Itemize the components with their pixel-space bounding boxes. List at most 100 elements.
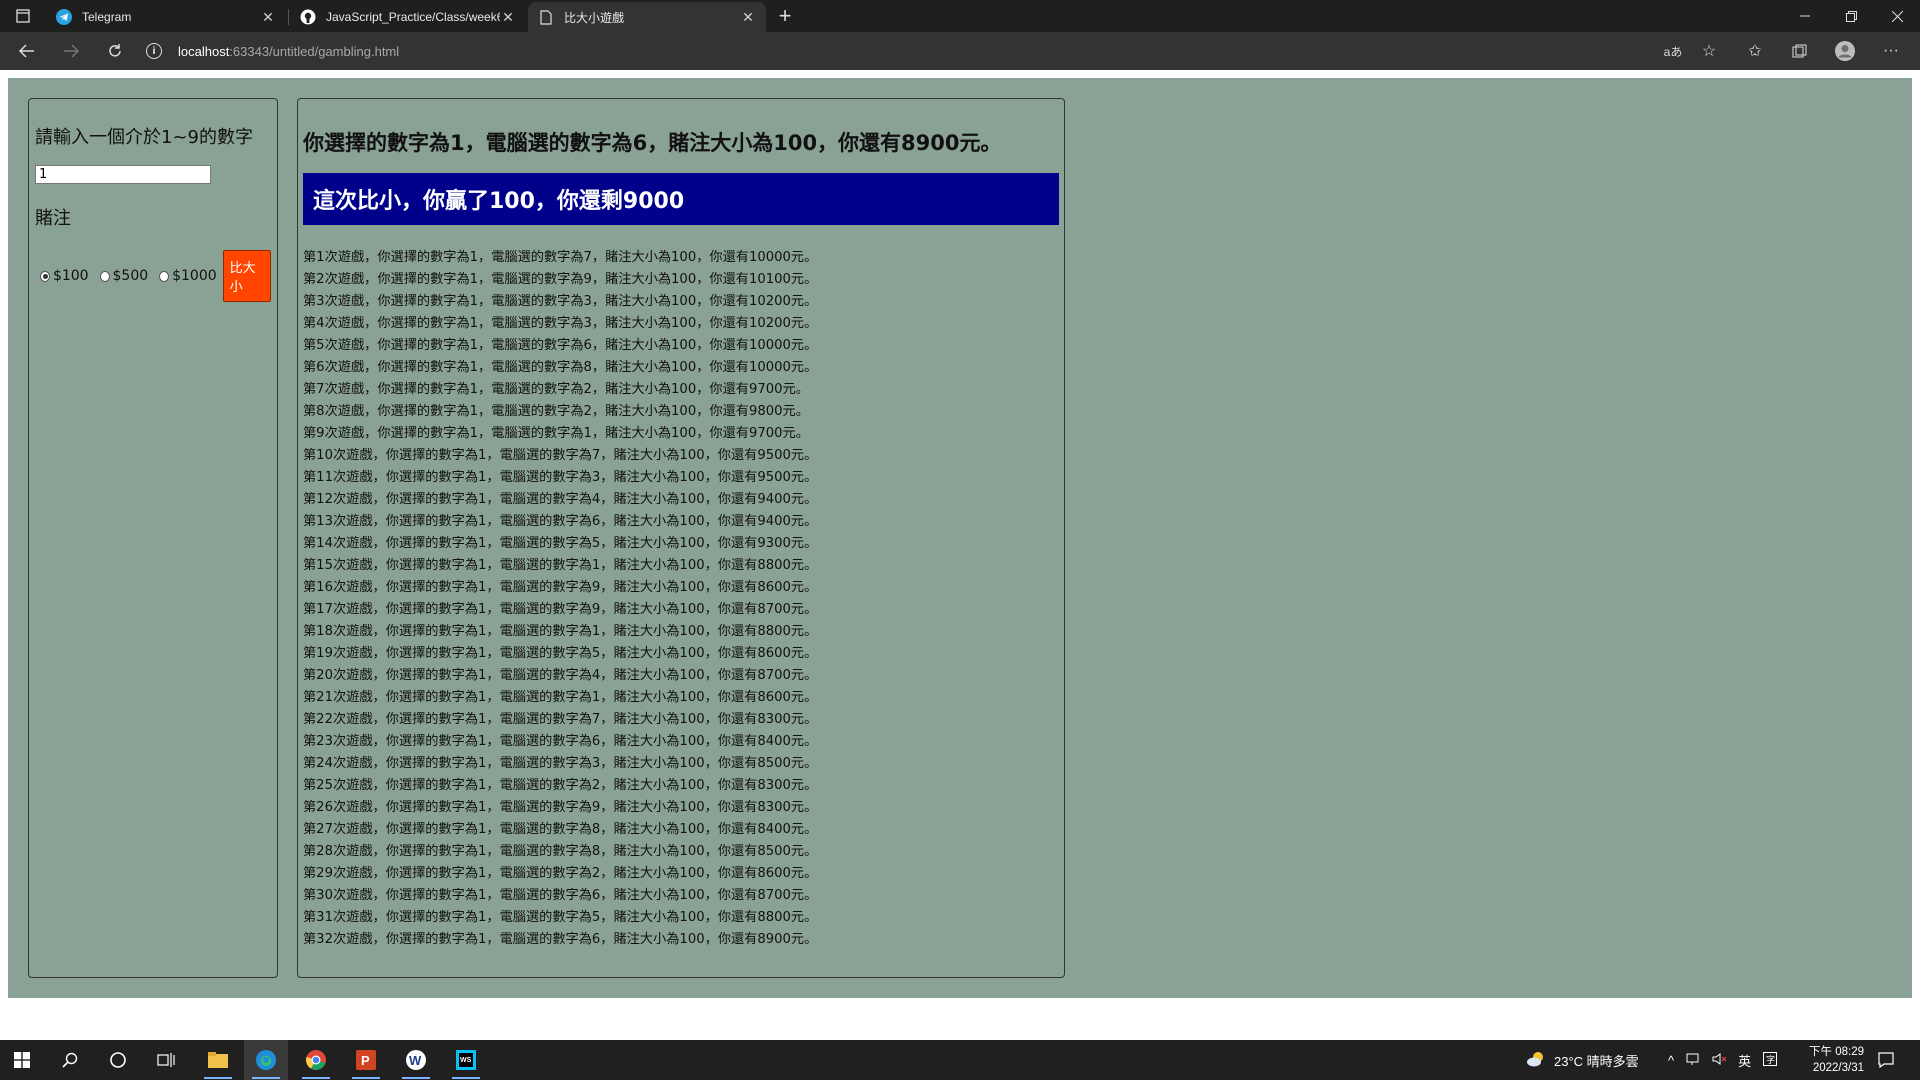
address-bar[interactable]: i localhost:63343/untitled/gambling.html (146, 37, 1726, 65)
history-line: 第8次遊戲，你選擇的數字為1，電腦選的數字為2，賭注大小為100，你還有9800… (303, 404, 809, 419)
history-line: 第24次遊戲，你選擇的數字為1，電腦選的數字為3，賭注大小為100，你還有850… (303, 756, 818, 771)
clock-date: 2022/3/31 (1812, 1062, 1864, 1074)
history-line: 第18次遊戲，你選擇的數字為1，電腦選的數字為1，賭注大小為100，你還有880… (303, 624, 818, 639)
refresh-icon[interactable] (100, 37, 130, 65)
history-line: 第11次遊戲，你選擇的數字為1，電腦選的數字為3，賭注大小為100，你還有950… (303, 470, 818, 485)
github-icon (300, 9, 316, 25)
history-line: 第32次遊戲，你選擇的數字為1，電腦選的數字為6，賭注大小為100，你還有890… (303, 932, 818, 947)
add-favorite-icon[interactable]: ☆ (1694, 37, 1724, 65)
history-line: 第10次遊戲，你選擇的數字為1，電腦選的數字為7，賭注大小為100，你還有950… (303, 448, 818, 463)
bet-100-label: $100 (52, 268, 89, 284)
compare-button[interactable]: 比大小 (222, 250, 272, 302)
restore-icon[interactable] (1828, 0, 1874, 32)
history-line: 第15次遊戲，你選擇的數字為1，電腦選的數字為1，賭注大小為100，你還有880… (303, 558, 818, 573)
history-line: 第28次遊戲，你選擇的數字為1，電腦選的數字為8，賭注大小為100，你還有850… (303, 844, 818, 859)
tab-title: 比大小遊戲 (564, 10, 625, 25)
history-line: 第12次遊戲，你選擇的數字為1，電腦選的數字為4，賭注大小為100，你還有940… (303, 492, 818, 507)
history-line: 第20次遊戲，你選擇的數字為1，電腦選的數字為4，賭注大小為100，你還有870… (303, 668, 818, 683)
close-tab-icon[interactable]: ✕ (260, 9, 276, 26)
url-path: :63343/untitled/gambling.html (229, 43, 400, 59)
svg-text:W: W (409, 1053, 422, 1068)
history-line: 第21次遊戲，你選擇的數字為1，電腦選的數字為1，賭注大小為100，你還有860… (303, 690, 818, 705)
bet-500-label: $500 (112, 268, 149, 284)
history-line: 第3次遊戲，你選擇的數字為1，電腦選的數字為3，賭注大小為100，你還有1020… (303, 294, 818, 309)
result-panel: 你選擇的數字為1，電腦選的數字為6，賭注大小為100，你還有8900元。 這次比… (297, 98, 1065, 978)
tab-telegram[interactable]: Telegram ✕ (46, 2, 286, 32)
telegram-icon (56, 9, 72, 25)
input-panel: 請輸入一個介於1~9的數字 賭注 $100 $500 $1000 比大小 (28, 98, 278, 978)
task-view-icon[interactable] (144, 1040, 188, 1080)
app-w-icon[interactable]: W (394, 1040, 438, 1080)
svg-text:字: 字 (1766, 1054, 1775, 1065)
history-line: 第29次遊戲，你選擇的數字為1，電腦選的數字為2，賭注大小為100，你還有860… (303, 866, 818, 881)
history-line: 第4次遊戲，你選擇的數字為1，電腦選的數字為3，賭注大小為100，你還有1020… (303, 316, 818, 331)
bet-100-radio[interactable] (40, 270, 50, 282)
volume-muted-icon[interactable] (1712, 1052, 1728, 1069)
svg-text:P: P (361, 1053, 370, 1068)
file-explorer-icon[interactable] (196, 1040, 240, 1080)
history-line: 第9次遊戲，你選擇的數字為1，電腦選的數字為1，賭注大小為100，你還有9700… (303, 426, 809, 441)
tab-title: JavaScript_Practice/Class/week6 (326, 10, 500, 24)
number-input[interactable] (35, 165, 211, 184)
webstorm-icon[interactable]: WS (444, 1040, 488, 1080)
close-window-icon[interactable] (1874, 0, 1920, 32)
forward-icon[interactable] (56, 37, 86, 65)
browser-toolbar: i localhost:63343/untitled/gambling.html… (0, 32, 1920, 70)
profile-avatar-icon[interactable] (1830, 37, 1860, 65)
close-tab-icon[interactable]: ✕ (500, 9, 516, 26)
history-line: 第26次遊戲，你選擇的數字為1，電腦選的數字為9，賭注大小為100，你還有830… (303, 800, 818, 815)
url-host: localhost (178, 43, 230, 59)
new-tab-button[interactable]: + (770, 2, 800, 30)
search-icon[interactable] (48, 1040, 92, 1080)
tab-divider (288, 9, 289, 25)
bet-1000-label: $1000 (172, 268, 217, 284)
start-icon[interactable] (0, 1040, 44, 1080)
page-background: 請輸入一個介於1~9的數字 賭注 $100 $500 $1000 比大小 你選擇… (8, 78, 1912, 998)
minimize-icon[interactable] (1782, 0, 1828, 32)
show-hidden-icons-icon[interactable]: ^ (1668, 1053, 1674, 1068)
network-icon[interactable] (1686, 1052, 1702, 1069)
favorites-icon[interactable]: ✩ (1740, 37, 1770, 65)
history-line: 第31次遊戲，你選擇的數字為1，電腦選的數字為5，賭注大小為100，你還有880… (303, 910, 818, 925)
bet-1000-radio[interactable] (159, 270, 170, 282)
browser-tab-strip: Telegram ✕ JavaScript_Practice/Class/wee… (0, 0, 1920, 32)
history-line: 第7次遊戲，你選擇的數字為1，電腦選的數字為2，賭注大小為100，你還有9700… (303, 382, 809, 397)
clock-time: 下午 08:29 (1809, 1046, 1864, 1058)
tab-game[interactable]: 比大小遊戲 ✕ (528, 2, 766, 32)
history-line: 第16次遊戲，你選擇的數字為1，電腦選的數字為9，賭注大小為100，你還有860… (303, 580, 818, 595)
tab-title: Telegram (82, 10, 132, 24)
weather-icon (1526, 1051, 1546, 1070)
chrome-icon[interactable] (294, 1040, 338, 1080)
game-history: 第1次遊戲，你選擇的數字為1，電腦選的數字為7，賭注大小為100，你還有1000… (303, 247, 1059, 951)
history-line: 第22次遊戲，你選擇的數字為1，電腦選的數字為7，賭注大小為100，你還有830… (303, 712, 818, 727)
history-line: 第25次遊戲，你選擇的數字為1，電腦選的數字為2，賭注大小為100，你還有830… (303, 778, 818, 793)
close-tab-icon[interactable]: ✕ (740, 9, 756, 26)
history-line: 第19次遊戲，你選擇的數字為1，電腦選的數字為5，賭注大小為100，你還有860… (303, 646, 818, 661)
notifications-icon[interactable] (1864, 1040, 1908, 1080)
cortana-icon[interactable] (96, 1040, 140, 1080)
site-info-icon[interactable]: i (146, 43, 162, 59)
svg-text:WS: WS (460, 1057, 472, 1064)
more-menu-icon[interactable]: ··· (1876, 37, 1906, 65)
bet-500-radio[interactable] (99, 270, 110, 282)
powerpoint-icon[interactable]: P (344, 1040, 388, 1080)
read-aloud-icon[interactable]: aあ (1658, 37, 1688, 65)
weather-widget[interactable]: 23°C 晴時多雲 (1526, 1040, 1639, 1080)
back-icon[interactable] (12, 37, 42, 65)
history-line: 第13次遊戲，你選擇的數字為1，電腦選的數字為6，賭注大小為100，你還有940… (303, 514, 818, 529)
tab-actions-icon[interactable] (0, 0, 46, 32)
history-line: 第17次遊戲，你選擇的數字為1，電腦選的數字為9，賭注大小為100，你還有870… (303, 602, 818, 617)
taskbar: P W WS 23°C 晴時多雲 ^ 英 字 下午 08:29 2022/3/3… (0, 1040, 1920, 1080)
tab-github[interactable]: JavaScript_Practice/Class/week6 ✕ (290, 2, 526, 32)
edge-icon[interactable] (244, 1040, 288, 1080)
system-tray: ^ 英 字 (1668, 1040, 1778, 1080)
bet-options: $100 $500 $1000 比大小 (35, 250, 272, 302)
input-method-indicator[interactable]: 英 (1738, 1051, 1751, 1070)
clock[interactable]: 下午 08:29 2022/3/31 (1809, 1044, 1864, 1076)
number-prompt: 請輸入一個介於1~9的數字 (35, 127, 253, 148)
collections-icon[interactable] (1784, 37, 1814, 65)
ime-mode-icon[interactable]: 字 (1763, 1051, 1778, 1069)
history-line: 第27次遊戲，你選擇的數字為1，電腦選的數字為8，賭注大小為100，你還有840… (303, 822, 818, 837)
page-icon (538, 9, 554, 25)
page-viewport: 請輸入一個介於1~9的數字 賭注 $100 $500 $1000 比大小 你選擇… (0, 70, 1920, 1040)
